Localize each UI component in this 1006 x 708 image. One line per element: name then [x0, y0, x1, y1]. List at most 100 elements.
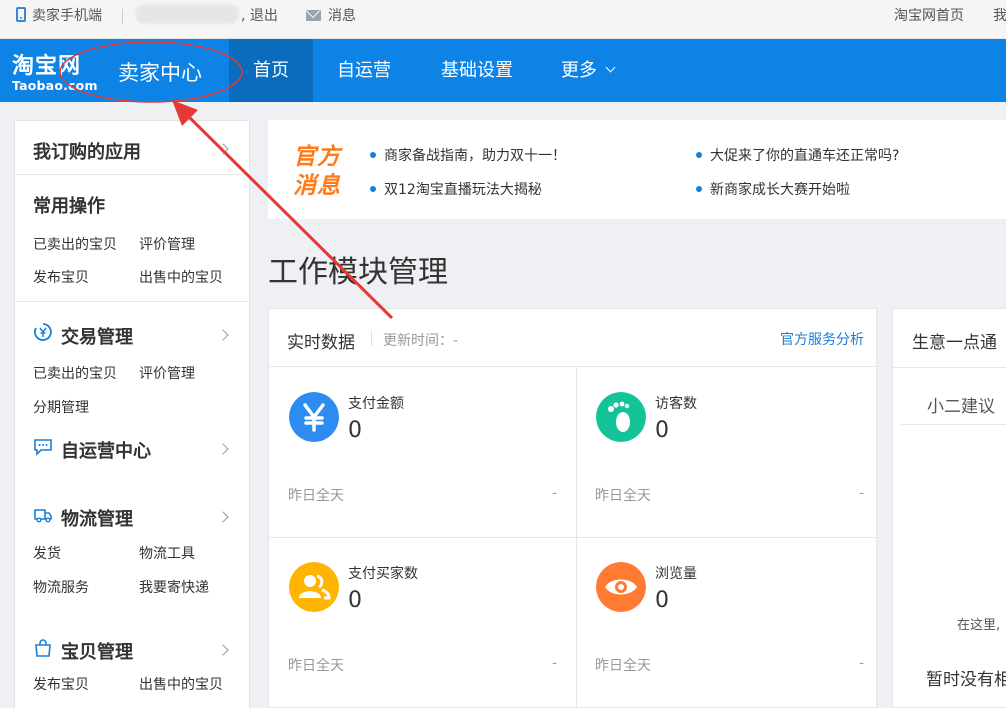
tab-more[interactable]: 更多: [537, 39, 638, 102]
buyers-icon: [289, 562, 339, 612]
truck-icon: [34, 509, 52, 523]
divider: [122, 9, 123, 24]
taobao-home-link[interactable]: 淘宝网首页: [894, 0, 964, 33]
taobao-logo[interactable]: 淘宝网 Taobao.com: [12, 48, 98, 93]
yuan-circle-icon: [34, 323, 52, 341]
my-taobao-link[interactable]: 我: [993, 0, 1006, 33]
tab-more-label: 更多: [561, 60, 597, 81]
link-review-manage[interactable]: 评价管理: [139, 234, 195, 254]
news-item[interactable]: 双12淘宝直播玩法大揭秘: [370, 179, 542, 199]
official-label-line1: 官方: [293, 144, 341, 170]
update-time: 更新时间：-: [370, 330, 458, 350]
seller-center-title[interactable]: 卖家中心: [118, 57, 202, 87]
metric-yesterday: 昨日全天: [288, 488, 344, 504]
trade-section: 交易管理 已卖出的宝贝 评价管理 分期管理: [15, 302, 249, 432]
chevron-right-icon: [217, 644, 229, 656]
metric-yesterday: 昨日全天: [595, 488, 651, 504]
logo-cn: 淘宝网: [12, 53, 82, 79]
chevron-right-icon: [217, 511, 229, 523]
link-publish-item[interactable]: 发布宝贝: [33, 674, 89, 694]
metric-yesterday: 昨日全天: [595, 658, 651, 674]
left-sidebar: 我订购的应用 常用操作 已卖出的宝贝 评价管理 发布宝贝 出售中的宝贝 交易管理…: [14, 120, 250, 708]
chat-bubble-icon: [34, 439, 52, 456]
yen-icon: [289, 392, 339, 442]
metric-visitors[interactable]: 访客数 0 昨日全天 -: [576, 367, 880, 537]
realtime-data-panel: 实时数据 更新时间：- 官方服务分析 支付金额 0 昨日全天 - 访客数 0 昨…: [268, 308, 877, 708]
metric-value: 0: [655, 418, 669, 443]
business-title: 生意一点通: [912, 333, 997, 353]
metric-label: 浏览量: [655, 566, 697, 582]
tab-self-operation[interactable]: 自运营: [313, 39, 415, 102]
user-area: , 退出: [135, 0, 278, 33]
metric-payment-amount[interactable]: 支付金额 0 昨日全天 -: [269, 367, 573, 537]
trade-title[interactable]: 交易管理: [61, 323, 133, 349]
realtime-title: 实时数据: [287, 333, 355, 353]
goods-title[interactable]: 宝贝管理: [61, 638, 133, 664]
metric-yesterday: 昨日全天: [288, 658, 344, 674]
top-utility-bar: 卖家手机端 , 退出 消息 淘宝网首页 我: [0, 0, 1006, 39]
metric-value: 0: [348, 418, 362, 443]
logo-en: Taobao.com: [12, 78, 98, 93]
tab-staff-suggestion[interactable]: 小二建议: [927, 392, 995, 417]
logistics-section: 物流管理 发货 物流工具 物流服务 我要寄快递: [15, 499, 249, 632]
news-item[interactable]: 大促来了你的直通车还正常吗?: [696, 145, 899, 165]
shopping-bag-icon: [35, 639, 51, 657]
official-news-label: 官方 消息: [293, 143, 341, 201]
business-hint: 在这里,: [957, 618, 1001, 633]
official-notice-panel: 官方 消息 商家备战指南，助力双十一！ 大促来了你的直通车还正常吗? 双12淘宝…: [268, 120, 1006, 219]
phone-icon: [16, 7, 26, 22]
realtime-header: 实时数据 更新时间：- 官方服务分析: [269, 309, 876, 367]
common-ops-section: 常用操作 已卖出的宝贝 评价管理 发布宝贝 出售中的宝贝: [15, 175, 249, 302]
news-item[interactable]: 新商家成长大赛开始啦: [696, 179, 850, 199]
mail-icon: [306, 10, 321, 21]
metric-value: 0: [348, 588, 362, 613]
tab-home[interactable]: 首页: [229, 39, 313, 102]
metric-delta: -: [552, 656, 557, 671]
link-logistics-service[interactable]: 物流服务: [33, 577, 89, 597]
messages-label: 消息: [328, 8, 356, 24]
chevron-right-icon: [217, 329, 229, 341]
chevron-right-icon: [217, 143, 229, 155]
metric-delta: -: [859, 486, 864, 501]
seller-mobile-link[interactable]: 卖家手机端: [16, 0, 102, 33]
divider: [893, 367, 1006, 368]
business-panel: 生意一点通 小二建议 在这里, 暂时没有相: [892, 308, 1006, 708]
messages-link[interactable]: 消息: [306, 0, 356, 33]
divider: [901, 424, 1006, 425]
main-nav: 淘宝网 Taobao.com 卖家中心 首页 自运营 基础设置 更多: [0, 39, 1006, 102]
link-publish-item[interactable]: 发布宝贝: [33, 267, 89, 287]
link-installment-manage[interactable]: 分期管理: [33, 397, 89, 417]
link-items-on-sale[interactable]: 出售中的宝贝: [139, 674, 223, 694]
link-ship[interactable]: 发货: [33, 543, 61, 563]
blurred-username: [135, 4, 239, 24]
link-sold-items[interactable]: 已卖出的宝贝: [33, 234, 117, 254]
metric-page-views[interactable]: 浏览量 0 昨日全天 -: [576, 537, 880, 707]
module-management-title: 工作模块管理: [268, 255, 448, 290]
metric-paying-buyers[interactable]: 支付买家数 0 昨日全天 -: [269, 537, 573, 707]
metric-label: 支付买家数: [348, 566, 418, 582]
link-items-on-sale[interactable]: 出售中的宝贝: [139, 267, 223, 287]
subscribed-apps-section[interactable]: 我订购的应用: [15, 121, 249, 175]
official-label-line2: 消息: [293, 173, 341, 199]
chevron-right-icon: [217, 443, 229, 455]
business-empty-text: 暂时没有相: [926, 670, 1006, 690]
metric-delta: -: [859, 656, 864, 671]
logout-link[interactable]: , 退出: [241, 8, 278, 24]
seller-mobile-label: 卖家手机端: [32, 8, 102, 24]
logistics-title[interactable]: 物流管理: [61, 505, 133, 531]
link-send-express[interactable]: 我要寄快递: [139, 577, 209, 597]
eye-icon: [596, 562, 646, 612]
link-logistics-tools[interactable]: 物流工具: [139, 543, 195, 563]
link-sold-items[interactable]: 已卖出的宝贝: [33, 363, 117, 383]
news-item[interactable]: 商家备战指南，助力双十一！: [370, 145, 566, 165]
self-operation-section[interactable]: 自运营中心: [15, 432, 249, 499]
goods-section: 宝贝管理 发布宝贝 出售中的宝贝: [15, 632, 249, 708]
metric-label: 访客数: [655, 396, 697, 412]
service-analysis-link[interactable]: 官方服务分析: [780, 329, 864, 349]
subscribed-apps-title: 我订购的应用: [33, 142, 141, 163]
metric-delta: -: [552, 486, 557, 501]
chevron-down-icon: [605, 62, 616, 73]
footprint-icon: [596, 392, 646, 442]
link-review-manage[interactable]: 评价管理: [139, 363, 195, 383]
tab-basic-settings[interactable]: 基础设置: [417, 39, 537, 102]
